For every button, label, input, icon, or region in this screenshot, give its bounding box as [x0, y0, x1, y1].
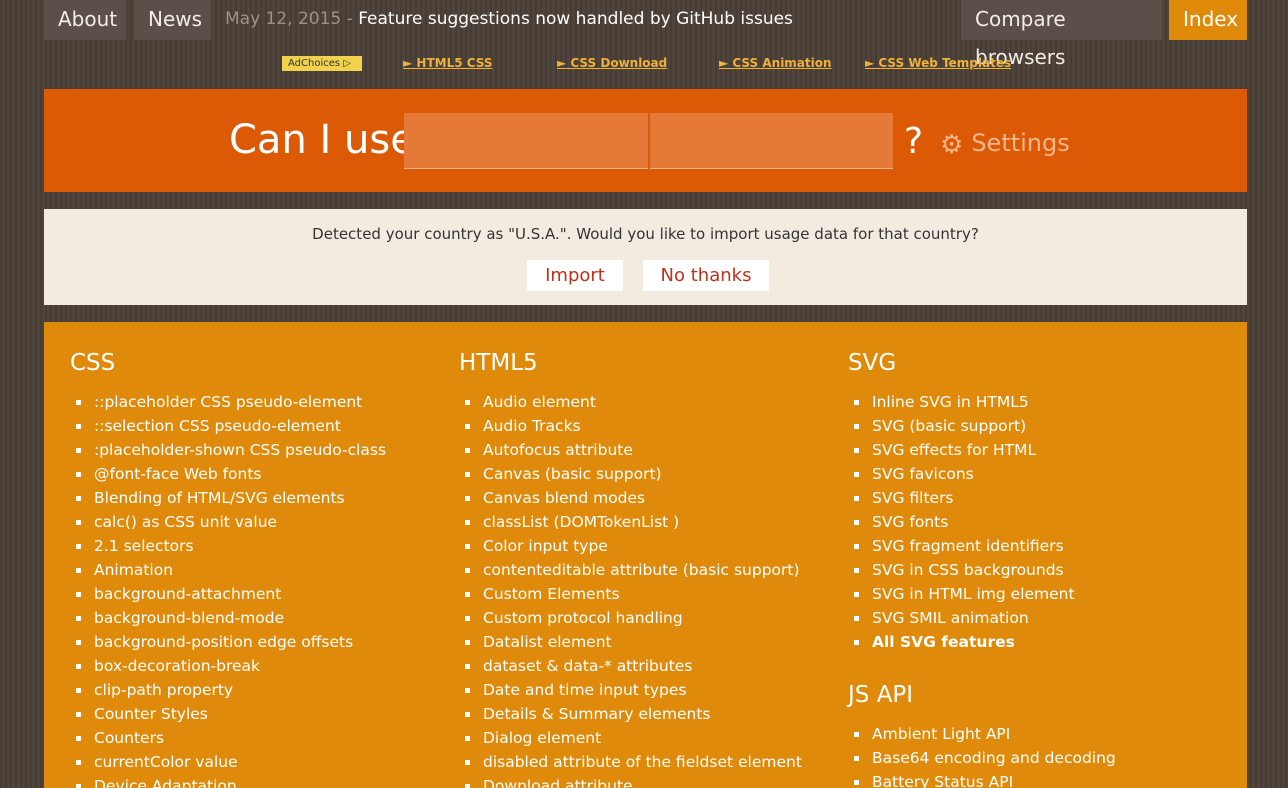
css-heading: CSS: [70, 350, 116, 376]
adchoices-badge[interactable]: AdChoices ▷: [282, 56, 362, 71]
feature-link[interactable]: Date and time input types: [459, 678, 819, 702]
can-i-use-label: Can I use: [229, 117, 415, 163]
settings-label: Settings: [971, 129, 1070, 157]
search-header: Can I use ? ⚙ Settings: [44, 89, 1247, 192]
notice-text: Detected your country as "U.S.A.". Would…: [312, 225, 979, 243]
gear-icon: ⚙: [940, 130, 964, 160]
feature-link[interactable]: Blending of HTML/SVG elements: [70, 486, 430, 510]
feature-link[interactable]: Download attribute: [459, 774, 819, 788]
jsapi-heading: JS API: [848, 682, 914, 708]
feature-link[interactable]: Counter Styles: [70, 702, 430, 726]
all-features-link[interactable]: All SVG features: [848, 630, 1208, 654]
nav-compare-link[interactable]: Compare browsers: [961, 0, 1162, 69]
feature-link[interactable]: SVG fragment identifiers: [848, 534, 1208, 558]
feature-index: CSS ::placeholder CSS pseudo-element::se…: [44, 322, 1247, 788]
feature-link[interactable]: dataset & data-* attributes: [459, 654, 819, 678]
feature-link[interactable]: SVG fonts: [848, 510, 1208, 534]
feature-link[interactable]: Ambient Light API: [848, 722, 1208, 746]
feature-link[interactable]: Audio element: [459, 390, 819, 414]
feature-link[interactable]: Dialog element: [459, 726, 819, 750]
css-feature-list: ::placeholder CSS pseudo-element::select…: [70, 390, 430, 788]
feature-link[interactable]: Autofocus attribute: [459, 438, 819, 462]
feature-link[interactable]: Animation: [70, 558, 430, 582]
svg-feature-list: Inline SVG in HTML5 SVG (basic support) SV…: [848, 390, 1208, 654]
feature-link[interactable]: Color input type: [459, 534, 819, 558]
feature-link[interactable]: ::placeholder CSS pseudo-element: [70, 390, 430, 414]
settings-button[interactable]: ⚙ Settings: [940, 129, 1070, 160]
feature-link[interactable]: clip-path property: [70, 678, 430, 702]
feature-link[interactable]: SVG favicons: [848, 462, 1208, 486]
feature-link[interactable]: classList (DOMTokenList ): [459, 510, 819, 534]
html5-heading: HTML5: [459, 350, 538, 376]
news-headline[interactable]: May 12, 2015 - Feature suggestions now h…: [225, 0, 793, 38]
ad-row: AdChoices ▷ ► HTML5 CSS ► CSS Download ►…: [0, 56, 1288, 72]
feature-link[interactable]: SVG in CSS backgrounds: [848, 558, 1208, 582]
search-input-primary[interactable]: [404, 113, 648, 169]
feature-link[interactable]: @font-face Web fonts: [70, 462, 430, 486]
nav-about-link[interactable]: About: [44, 0, 126, 40]
ad-link-css-animation[interactable]: ► CSS Animation: [719, 56, 832, 71]
feature-link[interactable]: :placeholder-shown CSS pseudo-class: [70, 438, 430, 462]
search-input-secondary[interactable]: [650, 113, 893, 169]
news-text[interactable]: Feature suggestions now handled by GitHu…: [358, 9, 793, 29]
jsapi-feature-list: Ambient Light API Base64 encoding and dec…: [848, 722, 1208, 788]
feature-link[interactable]: contenteditable attribute (basic support…: [459, 558, 819, 582]
top-nav: About News May 12, 2015 - Feature sugges…: [44, 0, 1247, 69]
svg-heading: SVG: [848, 350, 897, 376]
feature-link[interactable]: background-position edge offsets: [70, 630, 430, 654]
feature-link[interactable]: calc() as CSS unit value: [70, 510, 430, 534]
feature-link[interactable]: SVG filters: [848, 486, 1208, 510]
feature-link[interactable]: Battery Status API: [848, 770, 1208, 788]
feature-link[interactable]: SVG in HTML img element: [848, 582, 1208, 606]
feature-link[interactable]: Canvas blend modes: [459, 486, 819, 510]
nav-news-link[interactable]: News: [134, 0, 211, 40]
feature-link[interactable]: Inline SVG in HTML5: [848, 390, 1208, 414]
feature-link[interactable]: ::selection CSS pseudo-element: [70, 414, 430, 438]
feature-link[interactable]: Counters: [70, 726, 430, 750]
feature-link[interactable]: currentColor value: [70, 750, 430, 774]
css-column: CSS ::placeholder CSS pseudo-element::se…: [70, 350, 430, 788]
feature-link[interactable]: Canvas (basic support): [459, 462, 819, 486]
feature-link[interactable]: SVG SMIL animation: [848, 606, 1208, 630]
feature-link[interactable]: Base64 encoding and decoding: [848, 746, 1208, 770]
feature-link[interactable]: SVG (basic support): [848, 414, 1208, 438]
feature-link[interactable]: Custom Elements: [459, 582, 819, 606]
ad-link-css-download[interactable]: ► CSS Download: [557, 56, 667, 71]
nav-index-link[interactable]: Index: [1169, 0, 1247, 40]
feature-link[interactable]: Custom protocol handling: [459, 606, 819, 630]
ad-link-html5-css[interactable]: ► HTML5 CSS: [403, 56, 493, 71]
feature-link[interactable]: box-decoration-break: [70, 654, 430, 678]
feature-link[interactable]: background-blend-mode: [70, 606, 430, 630]
feature-link[interactable]: 2.1 selectors: [70, 534, 430, 558]
feature-link[interactable]: background-attachment: [70, 582, 430, 606]
import-button[interactable]: Import: [527, 260, 623, 291]
news-date: May 12, 2015 -: [225, 9, 359, 29]
no-thanks-button[interactable]: No thanks: [643, 260, 769, 291]
svg-column: SVG Inline SVG in HTML5 SVG (basic suppor…: [848, 350, 1208, 788]
html5-feature-list: Audio element Audio Tracks Autofocus attri…: [459, 390, 819, 788]
feature-link[interactable]: Details & Summary elements: [459, 702, 819, 726]
question-mark: ?: [904, 121, 924, 162]
feature-link[interactable]: disabled attribute of the fieldset eleme…: [459, 750, 819, 774]
ad-link-css-web-templates[interactable]: ► CSS Web Templates: [865, 56, 1011, 71]
feature-link[interactable]: Datalist element: [459, 630, 819, 654]
feature-link[interactable]: Device Adaptation: [70, 774, 430, 788]
html5-column: HTML5 Audio element Audio Tracks Autofocus…: [459, 350, 819, 788]
feature-link[interactable]: SVG effects for HTML: [848, 438, 1208, 462]
feature-link[interactable]: Audio Tracks: [459, 414, 819, 438]
country-import-notice: Detected your country as "U.S.A.". Would…: [44, 209, 1247, 305]
